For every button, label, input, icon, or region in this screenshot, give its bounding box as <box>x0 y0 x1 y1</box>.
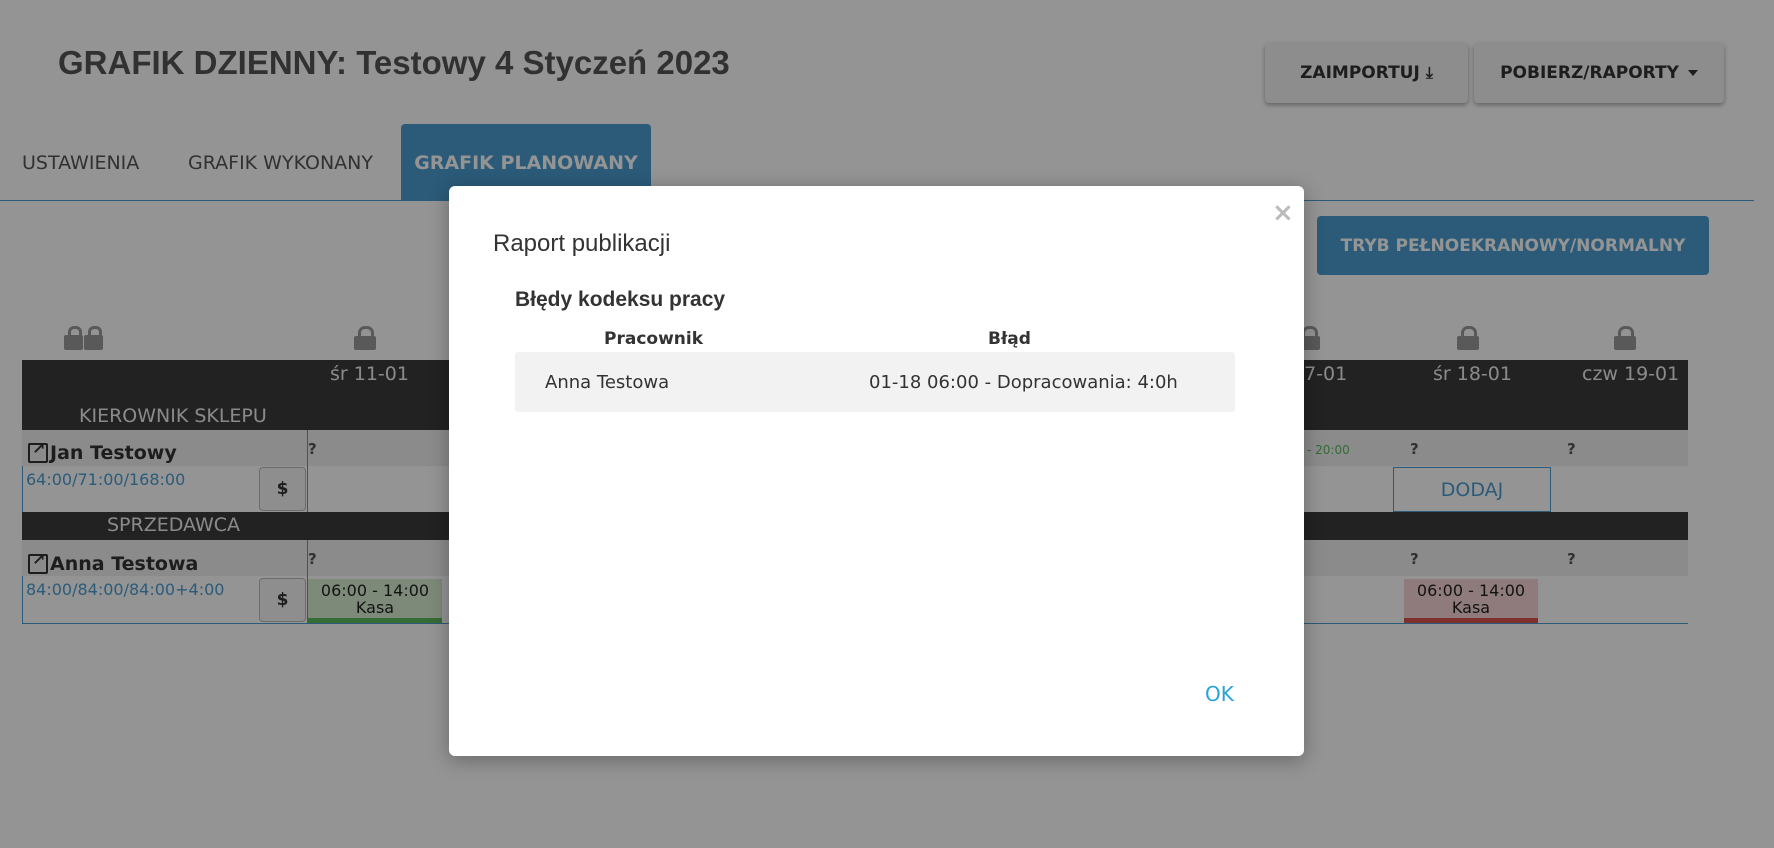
close-icon[interactable]: × <box>1272 198 1294 228</box>
ok-button[interactable]: OK <box>1205 682 1234 706</box>
row-error: 01-18 06:00 - Dopracowania: 4:0h <box>869 372 1178 393</box>
publication-report-dialog: × Raport publikacji Błędy kodeksu pracy … <box>449 186 1304 756</box>
column-header-employee: Pracownik <box>604 329 704 349</box>
row-employee: Anna Testowa <box>545 372 670 393</box>
modal-title: Raport publikacji <box>493 230 671 257</box>
section-title: Błędy kodeksu pracy <box>515 288 726 311</box>
column-header-error: Błąd <box>988 329 1031 349</box>
